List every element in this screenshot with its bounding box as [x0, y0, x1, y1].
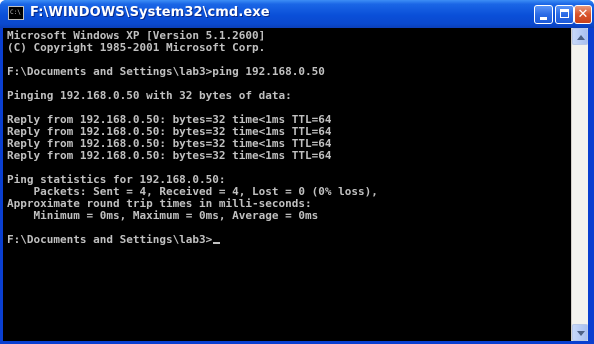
scrollbar-track[interactable] [572, 45, 588, 324]
console-line: (C) Copyright 1985-2001 Microsoft Corp. [7, 41, 266, 54]
console-line: Minimum = 0ms, Maximum = 0ms, Average = … [7, 209, 319, 222]
window-title: F:\WINDOWS\System32\cmd.exe [30, 5, 270, 20]
close-icon: ✕ [577, 7, 589, 22]
prompt-line[interactable]: F:\Documents and Settings\lab3> [7, 233, 221, 246]
scroll-down-button[interactable] [572, 324, 588, 341]
arrow-down-icon [577, 331, 585, 336]
scroll-up-button[interactable] [572, 28, 588, 45]
console-output[interactable]: Microsoft Windows XP [Version 5.1.2600] … [3, 28, 571, 341]
vertical-scrollbar[interactable] [571, 28, 588, 341]
cmd-icon[interactable]: C:\ [8, 6, 24, 20]
maximize-icon [560, 9, 569, 18]
prompt-text: F:\Documents and Settings\lab3> [7, 233, 213, 246]
arrow-up-icon [577, 35, 585, 40]
text-cursor [213, 242, 221, 244]
console-line: F:\Documents and Settings\lab3>ping 192.… [7, 65, 325, 78]
minimize-icon [540, 17, 547, 20]
close-button[interactable]: ✕ [574, 5, 592, 24]
console-line: Reply from 192.168.0.50: bytes=32 time<1… [7, 149, 332, 162]
maximize-button[interactable] [555, 5, 574, 24]
title-bar[interactable]: C:\ F:\WINDOWS\System32\cmd.exe ✕ [0, 0, 594, 28]
console-line: Pinging 192.168.0.50 with 32 bytes of da… [7, 89, 292, 102]
minimize-button[interactable] [534, 5, 553, 24]
